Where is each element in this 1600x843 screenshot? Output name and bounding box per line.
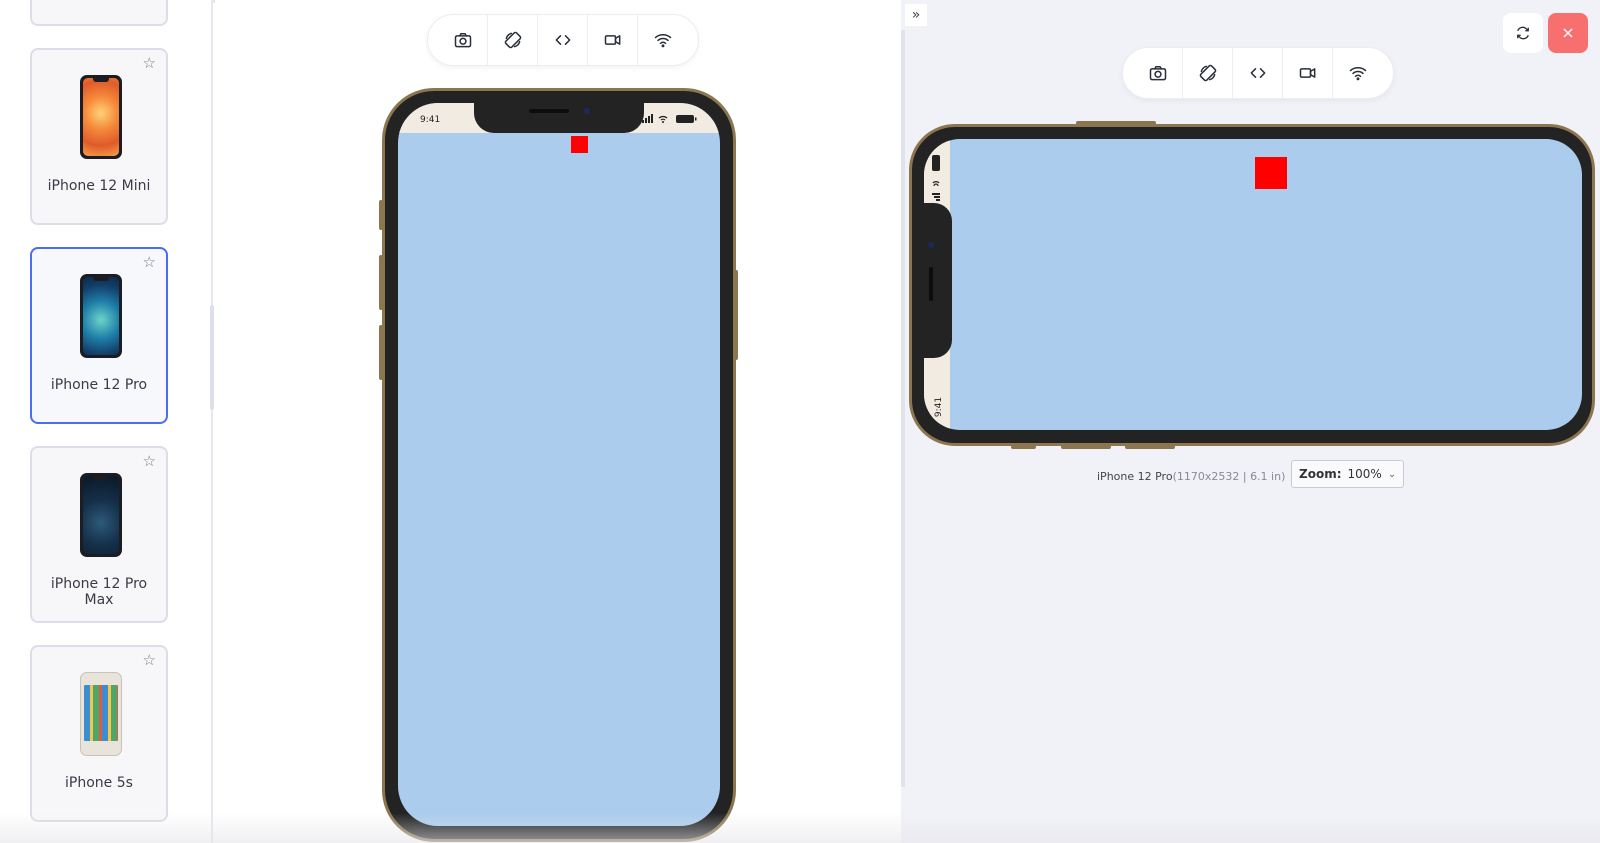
sync-rotate-button[interactable] bbox=[1503, 13, 1543, 53]
landscape-toolbar bbox=[1122, 47, 1394, 99]
favorite-star-icon[interactable]: ☆ bbox=[143, 653, 156, 668]
device-label: iPhone 5s bbox=[65, 775, 133, 791]
phone-notch bbox=[924, 202, 952, 358]
landscape-phone-frame: 9:41 bbox=[909, 124, 1595, 446]
zoom-value: 100% bbox=[1347, 467, 1382, 481]
device-label: iPhone 12 Pro bbox=[50, 377, 148, 393]
portrait-phone-frame: 9:41 bbox=[382, 88, 736, 842]
iphone-12-pro-max-image bbox=[80, 473, 122, 557]
status-icons bbox=[642, 114, 697, 123]
device-sidebar: ☆ iPhone 12 Mini ☆ iPhone 12 Pro ☆ iPhon… bbox=[0, 0, 213, 843]
chevron-down-icon: ⌄ bbox=[1387, 468, 1397, 480]
device-info: iPhone 12 Pro(1170x2532 | 6.1 in) bbox=[1097, 470, 1285, 483]
status-time: 9:41 bbox=[420, 115, 441, 125]
close-icon bbox=[1563, 28, 1573, 38]
favorite-star-icon[interactable]: ☆ bbox=[143, 56, 156, 71]
bottom-shadow bbox=[0, 813, 1600, 843]
code-icon[interactable] bbox=[538, 15, 588, 65]
panel-divider[interactable] bbox=[901, 30, 905, 787]
wifi-icon[interactable] bbox=[638, 15, 688, 65]
device-card-iphone-12-mini[interactable]: ☆ iPhone 12 Mini bbox=[30, 48, 168, 225]
close-button[interactable] bbox=[1548, 13, 1588, 53]
favorite-star-icon[interactable]: ☆ bbox=[143, 454, 156, 469]
iphone-12-pro-image bbox=[80, 274, 122, 358]
iphone-5s-image bbox=[80, 672, 122, 756]
zoom-label: Zoom: bbox=[1299, 467, 1342, 481]
wifi-icon[interactable] bbox=[1333, 48, 1383, 98]
phone-notch bbox=[474, 103, 644, 133]
refresh-icon bbox=[1517, 26, 1529, 40]
device-label: iPhone 12 Pro Max bbox=[50, 576, 148, 608]
device-label: iPhone 12 Mini bbox=[47, 178, 151, 194]
sidebar-scrollbar[interactable] bbox=[210, 305, 214, 410]
device-card-partial[interactable] bbox=[30, 0, 168, 26]
device-name: iPhone 12 Pro bbox=[1097, 470, 1173, 483]
device-card-iphone-12-pro[interactable]: ☆ iPhone 12 Pro bbox=[30, 247, 168, 424]
red-square bbox=[1255, 157, 1287, 189]
device-card-iphone-5s[interactable]: ☆ iPhone 5s bbox=[30, 645, 168, 822]
favorite-star-icon[interactable]: ☆ bbox=[143, 255, 156, 270]
landscape-preview-panel: » 9:41 iPhone 12 Pro(1170x2532 | 6.1 in)… bbox=[901, 0, 1600, 843]
portrait-phone-screen[interactable]: 9:41 bbox=[398, 103, 720, 826]
code-icon[interactable] bbox=[1233, 48, 1283, 98]
video-icon[interactable] bbox=[1283, 48, 1333, 98]
iphone-12-mini-image bbox=[80, 75, 122, 159]
device-spec: (1170x2532 | 6.1 in) bbox=[1172, 470, 1286, 483]
collapse-panel-icon[interactable]: » bbox=[905, 4, 927, 26]
rotate-icon[interactable] bbox=[1183, 48, 1233, 98]
status-time: 9:41 bbox=[934, 396, 945, 418]
portrait-toolbar bbox=[427, 14, 699, 66]
video-icon[interactable] bbox=[588, 15, 638, 65]
rotate-icon[interactable] bbox=[488, 15, 538, 65]
zoom-select[interactable]: Zoom: 100% ⌄ bbox=[1291, 460, 1404, 488]
status-icons bbox=[932, 155, 940, 201]
red-square bbox=[571, 136, 588, 153]
device-card-iphone-12-pro-max[interactable]: ☆ iPhone 12 Pro Max bbox=[30, 446, 168, 623]
landscape-phone-screen[interactable]: 9:41 bbox=[924, 139, 1582, 430]
camera-icon[interactable] bbox=[1133, 48, 1183, 98]
camera-icon[interactable] bbox=[438, 15, 488, 65]
